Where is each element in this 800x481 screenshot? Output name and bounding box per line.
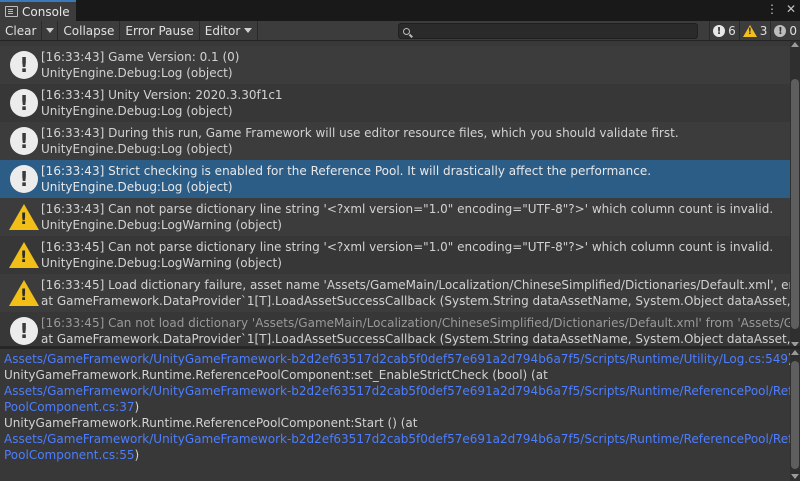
console-toolbar: Clear Collapse Error Pause Editor ! 6 ! …	[0, 21, 800, 41]
warning-icon: !	[742, 25, 757, 37]
log-message: [16:33:45] Load dictionary failure, asse…	[41, 278, 790, 292]
more-options-icon[interactable]: ⋮	[766, 2, 778, 16]
source-link[interactable]: Assets/GameFramework/UnityGameFramework-…	[4, 352, 788, 366]
collapse-toggle[interactable]: Collapse	[58, 21, 121, 40]
log-stack-first-line: UnityEngine.Debug:Log (object)	[41, 142, 233, 156]
scroll-up-icon[interactable]	[791, 42, 799, 47]
log-stack-first-line: UnityEngine.Debug:Log (object)	[41, 66, 233, 80]
log-entry-selected[interactable]: ! [16:33:43] Strict checking is enabled …	[0, 160, 790, 198]
log-entry[interactable]: ! [16:33:43] During this run, Game Frame…	[0, 122, 790, 160]
log-stack-first-line: at GameFramework.DataProvider`1[T].LoadA…	[41, 332, 790, 346]
search-input[interactable]	[398, 23, 698, 39]
error-count: 0	[789, 24, 797, 38]
editor-dropdown[interactable]: Editor	[200, 21, 259, 40]
stack-trace-line: PoolComponent.cs:55)	[4, 448, 140, 462]
log-counters: ! 6 ! 3 ! 0	[709, 21, 800, 41]
log-entry[interactable]: ! [16:33:43] Unity Version: 2020.3.30f1c…	[0, 84, 790, 122]
clear-button[interactable]: Clear	[0, 21, 43, 40]
scrollbar-thumb[interactable]	[791, 361, 799, 469]
warning-icon: !	[9, 204, 39, 230]
error-filter-toggle[interactable]: ! 0	[770, 21, 800, 41]
log-list: ! [16:33:43] Game Version: 0.1 (0) Unity…	[0, 46, 790, 346]
stack-trace-line: UnityGameFramework.Runtime.ReferencePool…	[4, 368, 548, 382]
stack-trace-scrollbar[interactable]	[790, 349, 800, 481]
tab-console[interactable]: Console	[0, 0, 76, 21]
log-stack-first-line: UnityEngine.Debug:Log (object)	[41, 104, 233, 118]
info-icon: !	[10, 127, 38, 155]
editor-dropdown-label: Editor	[204, 23, 241, 38]
log-message: [16:33:45] Can not parse dictionary line…	[41, 240, 774, 254]
chevron-down-icon	[244, 28, 253, 33]
error-icon: !	[774, 25, 787, 37]
log-message: [16:33:43] During this run, Game Framewo…	[41, 126, 679, 140]
info-icon: !	[10, 89, 38, 117]
info-count: 6	[728, 24, 736, 38]
log-entry[interactable]: ! [16:33:43] Game Version: 0.1 (0) Unity…	[0, 46, 790, 84]
source-link[interactable]: PoolComponent.cs:55	[4, 448, 134, 462]
log-entry[interactable]: ! [16:33:45] Can not load dictionary 'As…	[0, 312, 790, 346]
log-message: [16:33:43] Unity Version: 2020.3.30f1c1	[41, 88, 283, 102]
scroll-down-icon[interactable]	[791, 474, 799, 479]
log-stack-first-line: UnityEngine.Debug:LogWarning (object)	[41, 218, 282, 232]
info-icon: !	[10, 165, 38, 193]
info-icon: !	[713, 25, 726, 37]
tab-console-label: Console	[22, 4, 70, 19]
log-entry[interactable]: ! [16:33:45] Load dictionary failure, as…	[0, 274, 790, 312]
scrollbar-thumb[interactable]	[791, 79, 799, 329]
source-link[interactable]: PoolComponent.cs:37	[4, 400, 134, 414]
chevron-down-icon	[45, 28, 54, 33]
stack-trace-line: Assets/GameFramework/UnityGameFramework-…	[4, 351, 790, 367]
search-icon	[403, 27, 410, 35]
log-stack-first-line: UnityEngine.Debug:Log (object)	[41, 180, 233, 194]
warning-icon: !	[9, 280, 39, 306]
source-link[interactable]: Assets/GameFramework/UnityGameFramework-…	[4, 383, 790, 399]
log-stack-first-line: at GameFramework.DataProvider`1[T].LoadA…	[41, 294, 790, 308]
info-icon: !	[10, 317, 38, 345]
log-message: [16:33:43] Can not parse dictionary line…	[41, 202, 774, 216]
info-filter-toggle[interactable]: ! 6	[709, 21, 739, 41]
log-message: [16:33:43] Strict checking is enabled fo…	[41, 164, 652, 178]
stack-trace-line: PoolComponent.cs:37)	[4, 400, 140, 414]
stack-trace-panel: Assets/GameFramework/UnityGameFramework-…	[0, 349, 790, 481]
error-pause-toggle[interactable]: Error Pause	[120, 21, 200, 40]
log-message: [16:33:43] Game Version: 0.1 (0)	[41, 50, 240, 64]
window-tab-bar: Console ⋮ ✕	[0, 0, 800, 21]
warning-icon: !	[9, 242, 39, 268]
warning-filter-toggle[interactable]: ! 3	[738, 21, 771, 41]
scroll-up-icon[interactable]	[791, 350, 799, 355]
log-stack-first-line: UnityEngine.Debug:LogWarning (object)	[41, 256, 282, 270]
clear-options-dropdown[interactable]	[42, 21, 59, 40]
info-icon: !	[10, 51, 38, 79]
stack-trace-line: UnityGameFramework.Runtime.ReferencePool…	[4, 416, 418, 430]
console-icon	[5, 6, 18, 17]
warning-count: 3	[759, 24, 768, 38]
log-message: [16:33:45] Can not load dictionary 'Asse…	[41, 316, 790, 330]
close-icon[interactable]: ✕	[786, 2, 796, 16]
log-entry[interactable]: ! [16:33:43] Can not parse dictionary li…	[0, 198, 790, 236]
tab-menu: ⋮ ✕	[766, 2, 796, 16]
log-entry[interactable]: ! [16:33:45] Can not parse dictionary li…	[0, 236, 790, 274]
source-link[interactable]: Assets/GameFramework/UnityGameFramework-…	[4, 431, 790, 447]
log-list-scrollbar[interactable]	[790, 41, 800, 349]
